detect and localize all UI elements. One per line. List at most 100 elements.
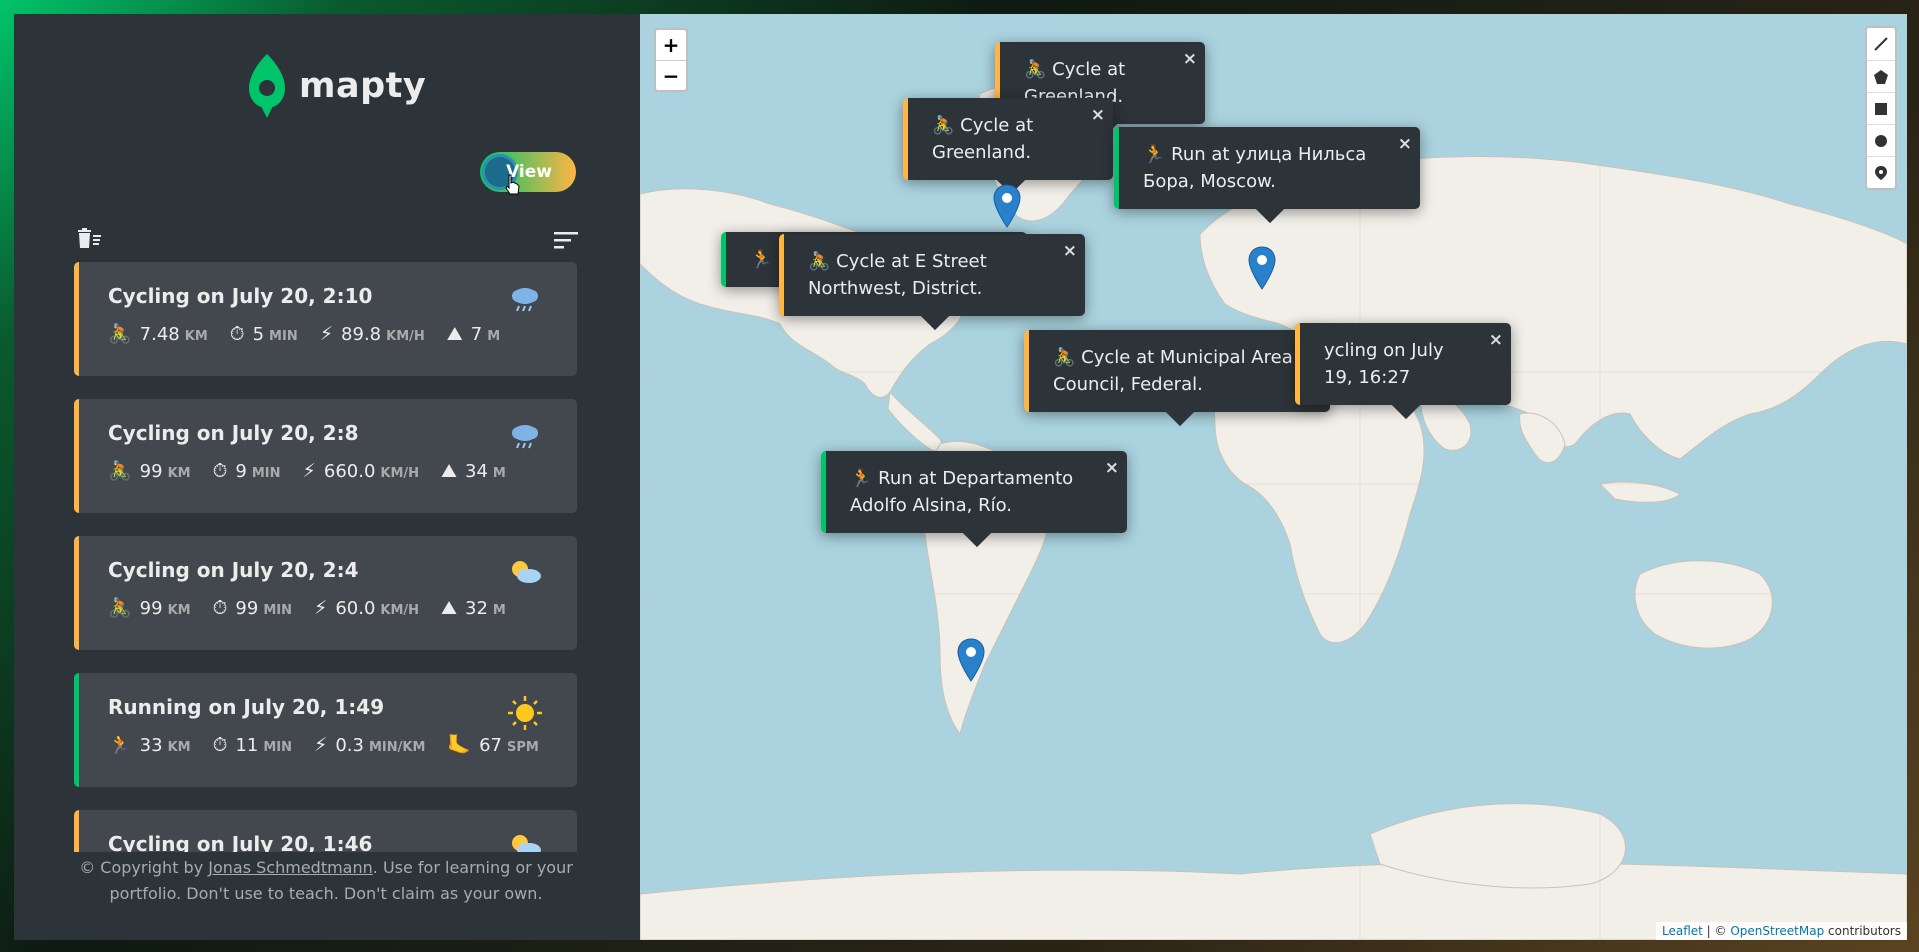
sort-icon[interactable]: [554, 231, 578, 249]
workout-popup[interactable]: 🏃 Run at Departamento Adolfo Alsina, Río…: [821, 451, 1127, 548]
speed-icon: ⚡: [302, 460, 316, 482]
draw-marker-button[interactable]: [1867, 156, 1895, 188]
workout-unit: km: [167, 740, 191, 755]
workout-unit: km: [167, 466, 191, 481]
popup-text: 🚴 Cycle at Greenland.: [932, 115, 1033, 163]
workout-detail: ⛰ 7 m: [447, 323, 500, 345]
workout-detail: 🦶 67 spm: [447, 733, 538, 756]
workout-item[interactable]: Cycling on July 20, 1:46: [74, 810, 577, 852]
popup-label: Cycle at Municipal Area Council, Federal…: [1053, 347, 1293, 395]
copyright-text: © Copyright by Jonas Schmedtmann. Use fo…: [74, 855, 578, 907]
duration-icon: ⏱: [229, 323, 245, 345]
workout-unit: min: [251, 466, 281, 481]
draw-toolbar: [1865, 26, 1897, 190]
popup-activity-icon: 🏃: [850, 468, 873, 489]
workout-popup[interactable]: 🚴 Cycle at Greenland. ×: [903, 98, 1113, 195]
popup-close-button[interactable]: ×: [1183, 46, 1197, 73]
workout-detail: ⚡ 0.3 min/km: [314, 734, 425, 756]
popup-activity-icon: 🚴: [1024, 59, 1047, 80]
workout-value: 99: [139, 461, 163, 482]
workout-detail: 🚴 7.48 km: [108, 322, 208, 345]
draw-polyline-button[interactable]: [1867, 28, 1895, 60]
map-marker-icon[interactable]: [1247, 246, 1277, 290]
partly-cloudy-icon: [507, 832, 543, 852]
workout-details: 🚴 99 km ⏱ 9 min ⚡ 660.0 km/h ⛰ 34 m: [108, 459, 552, 482]
workout-value: 7.48: [139, 324, 180, 345]
workout-unit: m: [487, 329, 501, 344]
author-link[interactable]: Jonas Schmedtmann: [208, 858, 373, 877]
zoom-in-button[interactable]: +: [656, 30, 686, 60]
popup-text: 🚴 Cycle at E Street Northwest, District.: [808, 251, 987, 299]
leaflet-link[interactable]: Leaflet: [1662, 924, 1703, 938]
popup-text: 🏃 Run at Departamento Adolfo Alsina, Río…: [850, 468, 1073, 516]
map-marker-icon[interactable]: [992, 184, 1022, 228]
popup-text: 🚴 Cycle at Municipal Area Council, Feder…: [1053, 347, 1293, 395]
view-toggle-button[interactable]: View: [480, 152, 576, 192]
popup-activity-icon: 🚴: [1053, 347, 1076, 368]
rain-cloud-icon: [507, 421, 543, 451]
map[interactable]: + − 🚴 Cycle at Greenland. × 🚴 Cycle at Gre…: [640, 14, 1907, 940]
popup-label: Run at Departamento Adolfo Alsina, Río.: [850, 468, 1074, 516]
workout-details: 🚴 7.48 km ⏱ 5 min ⚡ 89.8 km/h ⛰ 7 m: [108, 322, 552, 345]
workout-value: 0.3: [335, 735, 364, 756]
workout-value: 99: [235, 598, 259, 619]
logo: mapty: [245, 52, 426, 120]
workout-value: 67: [479, 735, 502, 756]
popup-close-button[interactable]: ×: [1091, 102, 1105, 129]
popup-activity-icon: 🚴: [808, 251, 831, 272]
rectangle-icon: [1875, 102, 1887, 115]
draw-rectangle-button[interactable]: [1867, 92, 1895, 124]
speed-icon: ⚡: [313, 597, 328, 619]
workout-value: 5: [252, 324, 265, 345]
distance-icon: 🚴: [108, 460, 132, 482]
popup-close-button[interactable]: ×: [1105, 455, 1119, 482]
map-attribution: Leaflet | © OpenStreetMap contributors: [1656, 922, 1907, 940]
popup-label: ycling on July 19, 16:27: [1324, 340, 1444, 388]
draw-polygon-button[interactable]: [1867, 60, 1895, 92]
workout-item[interactable]: Cycling on July 20, 2:10 🚴 7.48 km ⏱ 5 min ⚡ 89.…: [74, 262, 577, 376]
duration-icon: ⏱: [212, 460, 228, 482]
zoom-control: + −: [654, 28, 688, 92]
popup-close-button[interactable]: ×: [1398, 131, 1412, 158]
map-marker-icon[interactable]: [956, 638, 986, 682]
workout-unit: km: [167, 603, 191, 618]
workout-item[interactable]: Cycling on July 20, 2:8 🚴 99 km ⏱ 9 min ⚡ 660.0 k…: [74, 399, 577, 513]
workout-popup[interactable]: 🏃 Run at улица Нильса Бора, Moscow. ×: [1114, 127, 1420, 224]
workout-unit: m: [492, 466, 506, 481]
popup-close-button[interactable]: ×: [1063, 238, 1077, 265]
workout-detail: 🏃 33 km: [108, 733, 191, 756]
workout-details: 🏃 33 km ⏱ 11 min ⚡ 0.3 min/km 🦶 67 spm: [108, 733, 552, 756]
workout-popup[interactable]: 🚴 Cycle at E Street Northwest, District.…: [779, 234, 1085, 331]
popup-activity-icon: 🏃: [1143, 144, 1166, 165]
workout-detail: ⛰ 34 m: [441, 460, 506, 482]
zoom-out-button[interactable]: −: [656, 60, 686, 90]
workout-detail: ⏱ 99 min: [213, 597, 292, 619]
workout-item[interactable]: Running on July 20, 1:49 🏃 33 km ⏱ 11 min ⚡ 0.3 m…: [74, 673, 577, 787]
duration-icon: ⏱: [212, 734, 228, 756]
sidebar: mapty View Cycling on July 20, 2:10 🚴 7.…: [14, 14, 640, 940]
workout-unit: m: [492, 603, 506, 618]
workout-detail: ⏱ 5 min: [230, 323, 298, 345]
workout-detail: ⚡ 660.0 km/h: [303, 460, 420, 482]
speed-icon: ⚡: [313, 734, 328, 756]
popup-activity-icon: 🚴: [932, 115, 955, 136]
popup-close-button[interactable]: ×: [1489, 327, 1503, 354]
workout-popup[interactable]: ycling on July 19, 16:27 ×: [1295, 323, 1511, 420]
workout-item[interactable]: Cycling on July 20, 2:4 🚴 99 km ⏱ 99 min ⚡ 60.0 k…: [74, 536, 577, 650]
delete-all-icon[interactable]: [76, 227, 102, 251]
workout-unit: min: [263, 603, 292, 618]
partly-cloudy-icon: [507, 558, 543, 588]
popup-label: Run at улица Нильса Бора, Moscow.: [1143, 144, 1367, 192]
workout-title: Cycling on July 20, 1:46: [108, 832, 373, 852]
popup-text: ycling on July 19, 16:27: [1324, 340, 1444, 388]
workout-popup[interactable]: 🚴 Cycle at Municipal Area Council, Feder…: [1024, 330, 1330, 427]
circle-icon: [1875, 134, 1887, 147]
elevation-icon: ⛰: [441, 460, 458, 482]
sun-icon: [507, 695, 543, 730]
workout-unit: km/h: [380, 466, 420, 481]
workout-value: 34: [465, 461, 488, 482]
workout-title: Running on July 20, 1:49: [108, 695, 385, 719]
workout-detail: 🚴 99 km: [108, 596, 191, 619]
osm-link[interactable]: OpenStreetMap: [1730, 924, 1824, 938]
draw-circle-button[interactable]: [1867, 124, 1895, 156]
